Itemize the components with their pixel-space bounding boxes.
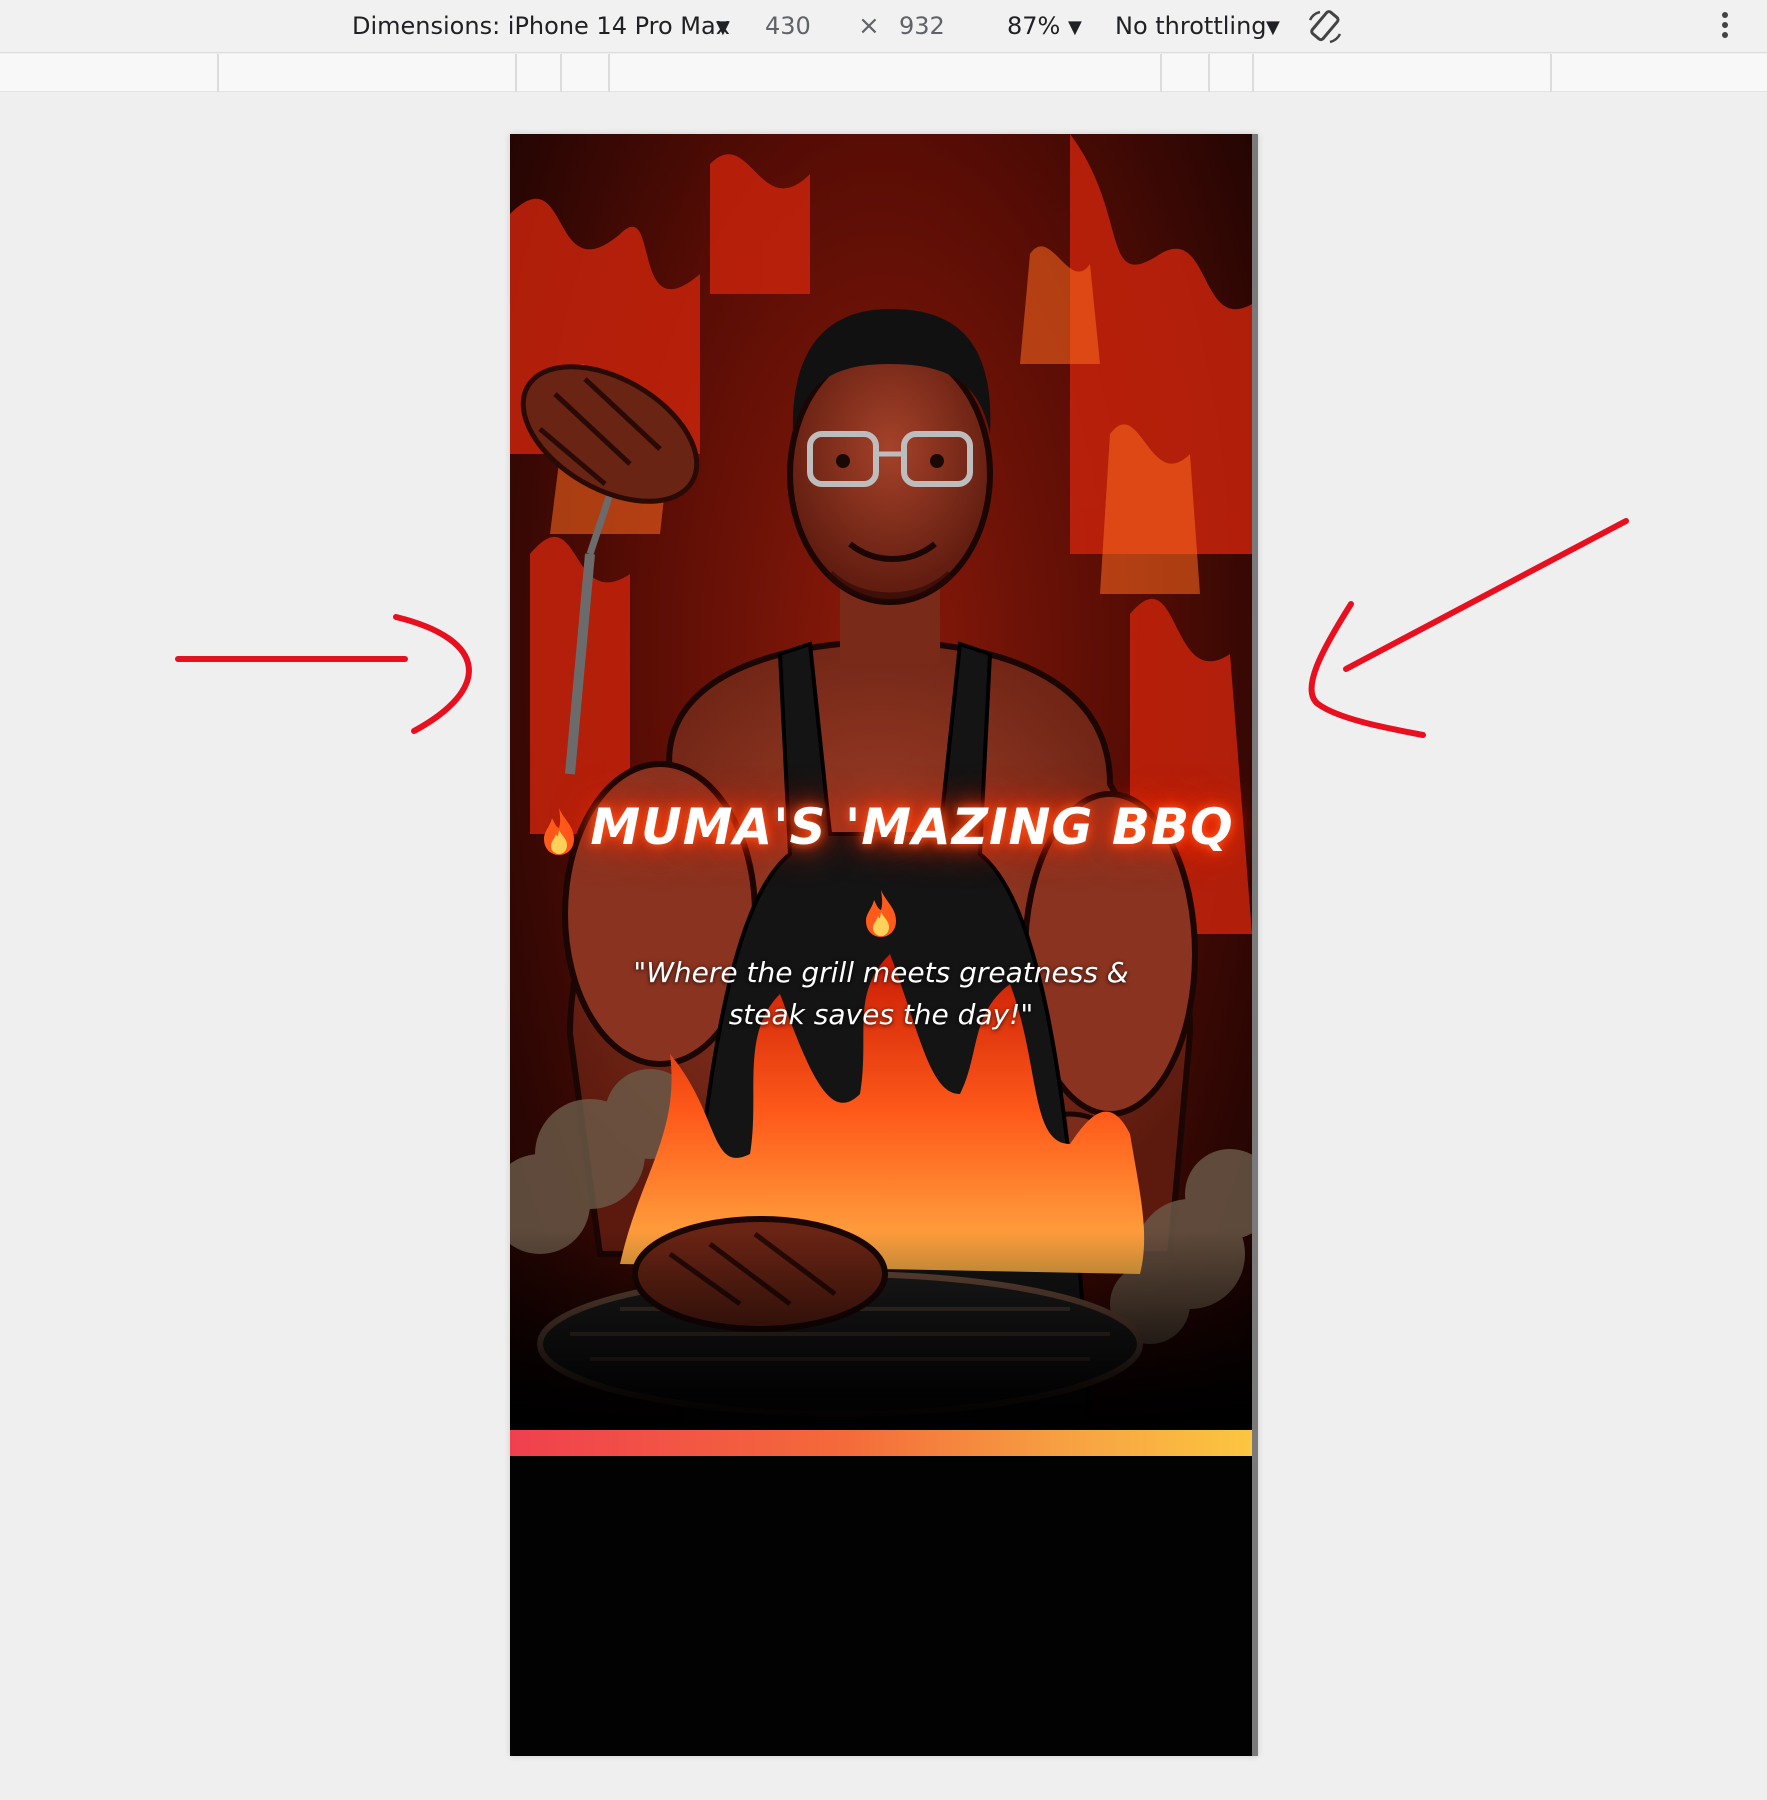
accent-gradient-bar (510, 1430, 1252, 1456)
hero-title: MUMA'S 'MAZING BBQ (590, 798, 1234, 856)
hero-tagline: "Where the grill meets greatness & steak… (633, 956, 1129, 1031)
times-icon: × (858, 11, 880, 41)
left-annotation-arrow-head (393, 614, 472, 734)
device-toolbar: Dimensions: iPhone 14 Pro Max ▼ 430 × 93… (0, 0, 1767, 53)
ruler-divider (1160, 54, 1162, 92)
chevron-down-icon[interactable]: ▼ (716, 14, 730, 42)
device-viewport: MUMA'S 'MAZING BBQ "Where the grill meet… (510, 134, 1258, 1756)
chevron-down-icon[interactable]: ▼ (1266, 14, 1280, 42)
right-annotation-arrow-head (1308, 601, 1426, 738)
right-annotation-arrow-shaft (1343, 518, 1629, 672)
hero-section: MUMA'S 'MAZING BBQ "Where the grill meet… (510, 134, 1252, 1430)
hero-title-row: MUMA'S 'MAZING BBQ (510, 786, 1252, 950)
hero-fade-overlay (510, 1230, 1252, 1430)
lower-section (510, 1456, 1252, 1756)
fire-emoji-icon (544, 807, 575, 855)
viewport-scrollbar[interactable] (1252, 134, 1258, 1756)
chevron-down-icon[interactable]: ▼ (1068, 14, 1082, 42)
more-options-icon[interactable] (1718, 8, 1732, 42)
fire-emoji-icon (866, 889, 896, 937)
media-query-ruler (0, 54, 1767, 92)
height-input[interactable]: 932 (899, 12, 945, 40)
ruler-divider (560, 54, 562, 92)
rotate-icon[interactable] (1306, 8, 1344, 46)
throttling-dropdown[interactable]: No throttling (1115, 12, 1267, 40)
ruler-divider (608, 54, 610, 92)
ruler-divider (1252, 54, 1254, 92)
ruler-divider (217, 54, 219, 92)
ruler-divider (1208, 54, 1210, 92)
zoom-dropdown[interactable]: 87% (1007, 12, 1060, 40)
width-input[interactable]: 430 (765, 12, 811, 40)
ruler-divider (515, 54, 517, 92)
device-dimensions-dropdown[interactable]: Dimensions: iPhone 14 Pro Max (352, 12, 730, 40)
ruler-divider (1550, 54, 1552, 92)
